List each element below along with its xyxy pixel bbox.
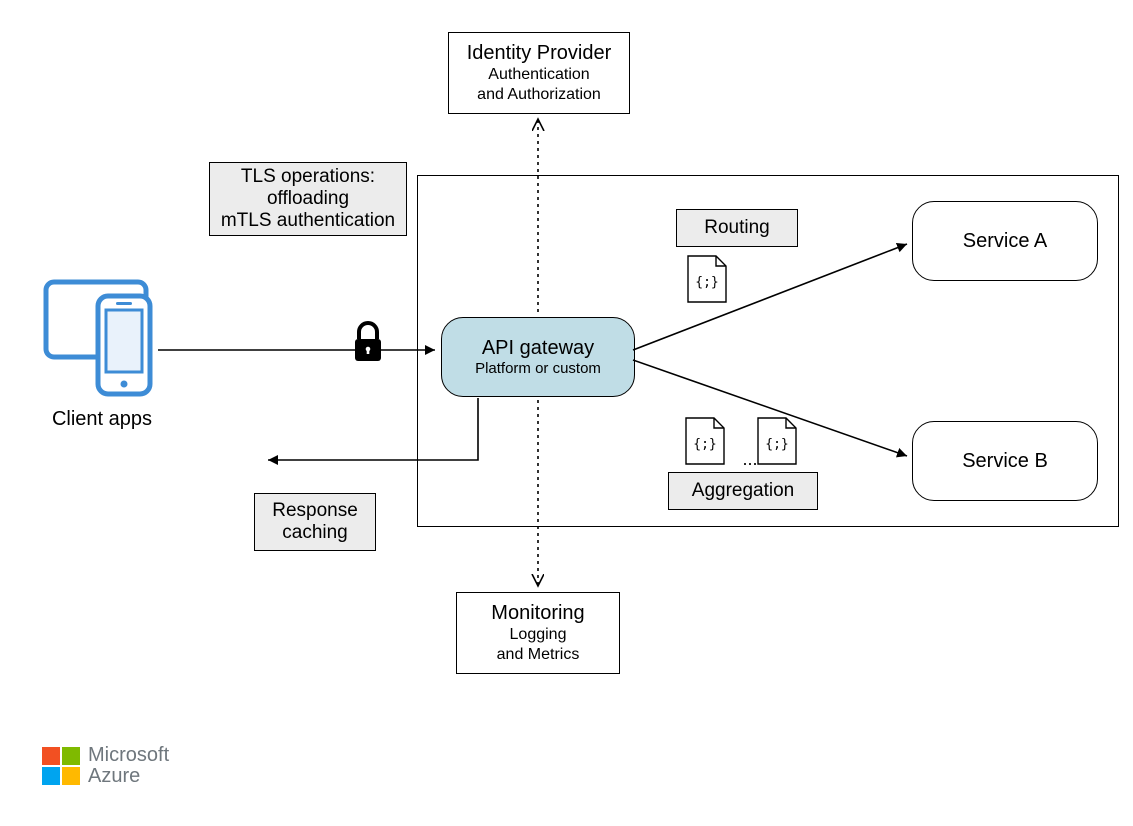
aggregation-box: Aggregation — [668, 472, 818, 510]
service-b-box: Service B — [912, 421, 1098, 501]
service-a-label: Service A — [963, 230, 1047, 253]
tls-box: TLS operations: offloading mTLS authenti… — [209, 162, 407, 236]
service-b-label: Service B — [962, 450, 1048, 473]
service-a-box: Service A — [912, 201, 1098, 281]
ms-square-yellow — [62, 767, 80, 785]
lock-icon — [355, 323, 381, 361]
identity-line2: and Authorization — [477, 85, 601, 104]
identity-title: Identity Provider — [467, 42, 612, 65]
ms-square-red — [42, 747, 60, 765]
brand-line1: Microsoft — [88, 745, 169, 766]
microsoft-azure-logo: Microsoft Azure — [42, 745, 169, 787]
ms-square-blue — [42, 767, 60, 785]
identity-line1: Authentication — [488, 65, 589, 84]
api-title: API gateway — [482, 337, 594, 360]
api-sub: Platform or custom — [475, 360, 601, 377]
monitoring-line1: Logging — [510, 625, 567, 644]
response-title: Response — [272, 500, 358, 522]
ms-square-green — [62, 747, 80, 765]
tls-title: TLS operations: — [241, 166, 375, 188]
tls-line1: offloading — [267, 188, 349, 210]
client-apps-label: Client apps — [42, 408, 162, 431]
api-gateway-box: API gateway Platform or custom — [441, 317, 635, 397]
routing-label: Routing — [704, 217, 770, 239]
monitoring-line2: and Metrics — [497, 645, 580, 664]
response-line1: caching — [282, 522, 348, 544]
brand-line2: Azure — [88, 766, 169, 787]
monitoring-box: Monitoring Logging and Metrics — [456, 592, 620, 674]
routing-box: Routing — [676, 209, 798, 247]
response-caching-box: Response caching — [254, 493, 376, 551]
aggregation-label: Aggregation — [692, 480, 794, 502]
identity-provider-box: Identity Provider Authentication and Aut… — [448, 32, 630, 114]
monitoring-title: Monitoring — [491, 602, 584, 625]
tls-line2: mTLS authentication — [221, 210, 395, 232]
aggregation-dots: ... — [735, 449, 765, 470]
